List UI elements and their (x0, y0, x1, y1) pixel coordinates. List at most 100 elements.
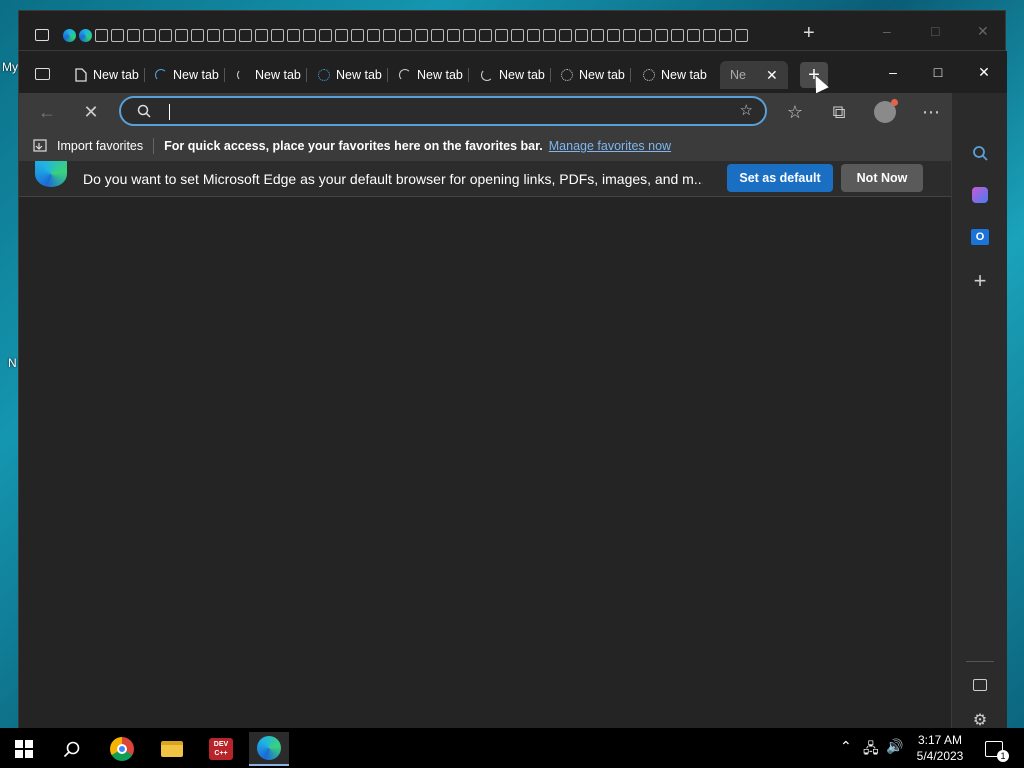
tab-icon (543, 28, 556, 42)
tab-icon (207, 28, 220, 42)
sidebar-toggle-icon (973, 679, 987, 691)
search-icon (63, 741, 80, 758)
tab-label: New tab (93, 68, 139, 82)
profile-button[interactable] (871, 98, 899, 126)
tab-icon (367, 28, 380, 42)
tab-icon (479, 28, 492, 42)
chrome-icon (110, 737, 134, 761)
action-center-button[interactable]: 1 (974, 732, 1014, 766)
not-now-button[interactable]: Not Now (841, 164, 923, 192)
import-favorites-button[interactable]: Import favorites (19, 139, 143, 153)
sidebar-shopping-button[interactable] (966, 181, 994, 209)
devcpp-button[interactable]: DEV C++ (201, 732, 241, 766)
tab-icon (463, 28, 476, 42)
loading-icon (643, 69, 655, 81)
taskbar: DEV C++ ⌃ 🖧 🔊 3:17 AM 5/4/2023 1 (0, 728, 1024, 768)
tab-icon (559, 28, 572, 42)
tab-icon (159, 28, 172, 42)
notification-dot (891, 99, 898, 106)
tab-icon (495, 28, 508, 42)
tab-label: New tab (255, 68, 301, 82)
volume-icon[interactable]: 🔊 (886, 738, 903, 755)
tab[interactable]: New tab (481, 61, 551, 89)
divider (153, 138, 155, 154)
tab-icon (655, 28, 668, 42)
minimize-button[interactable]: – (873, 61, 913, 83)
chevron-up-icon[interactable]: ⌃ (840, 738, 852, 755)
tab-actions-icon[interactable] (35, 68, 50, 80)
sidebar-add-button[interactable]: + (966, 267, 994, 295)
new-tab-icon[interactable]: + (803, 22, 815, 45)
tab-icon (95, 28, 108, 42)
close-window-button[interactable]: ✕ (964, 61, 1004, 83)
tab-icon (175, 28, 188, 42)
tab-label: New tab (499, 68, 545, 82)
tab[interactable]: New tab (643, 61, 707, 89)
collections-icon: ⧉ (832, 101, 846, 122)
file-explorer-button[interactable] (152, 732, 192, 766)
desktop-icon-label[interactable]: N (8, 356, 17, 370)
tab[interactable]: New tab (237, 61, 307, 89)
collections-button[interactable]: ⧉ (825, 98, 853, 126)
tab-separator (467, 68, 469, 82)
time: 3:17 AM (917, 733, 963, 747)
tab-icon (399, 28, 412, 42)
gear-icon: ⚙ (972, 712, 988, 729)
address-input[interactable] (165, 102, 725, 122)
back-button[interactable]: ← (33, 98, 61, 126)
tab-icon (671, 28, 684, 42)
tab-label: New tab (173, 68, 219, 82)
tab-label: New tab (336, 68, 382, 82)
close-tab-icon[interactable]: ✕ (766, 67, 778, 84)
search-icon (137, 104, 151, 118)
tab-icon (527, 28, 540, 42)
tab[interactable]: New tab (318, 61, 388, 89)
loading-icon (155, 69, 167, 81)
hide-sidebar-button[interactable] (966, 671, 994, 699)
maximize-icon[interactable]: □ (931, 23, 939, 39)
clock[interactable]: 3:17 AM 5/4/2023 (910, 732, 970, 764)
loading-icon (318, 69, 330, 81)
address-bar[interactable]: ☆ (119, 96, 767, 126)
tab-separator (305, 68, 307, 82)
favorites-button[interactable]: ☆ (781, 98, 809, 126)
start-button[interactable] (4, 732, 44, 766)
loading-icon (399, 69, 411, 81)
close-icon[interactable]: ✕ (977, 23, 989, 40)
settings-more-button[interactable]: ⋯ (917, 98, 945, 126)
add-favorite-star-icon[interactable]: ☆ (740, 101, 753, 119)
sidebar-settings-button[interactable]: ⚙ (966, 711, 994, 729)
page-content[interactable] (19, 197, 951, 729)
manage-favorites-link[interactable]: Manage favorites now (549, 139, 671, 153)
tab[interactable]: New tab (155, 61, 225, 89)
tab-icon (223, 28, 236, 42)
tab-label: New tab (579, 68, 625, 82)
folder-icon (161, 741, 183, 757)
tab[interactable]: New tab (75, 61, 145, 89)
plus-icon: + (973, 268, 987, 293)
tab-actions-icon[interactable] (35, 29, 49, 41)
tab[interactable]: New tab (561, 61, 631, 89)
desktop-icon-label[interactable]: My (2, 60, 18, 74)
sidebar-search-button[interactable] (966, 139, 994, 167)
maximize-button[interactable]: □ (918, 61, 958, 83)
tab-icon (287, 28, 300, 42)
edge-taskbar-button[interactable] (249, 732, 289, 766)
sidebar-outlook-button[interactable]: O (966, 223, 994, 251)
tab-icon (735, 28, 748, 42)
stop-button[interactable]: ✕ (77, 98, 105, 126)
chrome-taskbar-button[interactable] (102, 732, 142, 766)
toolbar: ← ✕ ☆ ☆ ⧉ ⋯ b (19, 93, 1007, 131)
network-icon[interactable]: 🖧 (863, 738, 879, 762)
tab-icon (591, 28, 604, 42)
tab-active[interactable]: Ne ✕ (720, 61, 788, 89)
background-tab-strip[interactable] (63, 26, 748, 44)
tab[interactable]: New tab (399, 61, 469, 89)
tab-icon (271, 28, 284, 42)
set-as-default-button[interactable]: Set as default (727, 164, 833, 192)
minimize-icon[interactable]: – (883, 23, 891, 39)
tab-icon (351, 28, 364, 42)
page-icon (75, 68, 87, 82)
tab-separator (223, 68, 225, 82)
search-button[interactable] (52, 732, 92, 766)
